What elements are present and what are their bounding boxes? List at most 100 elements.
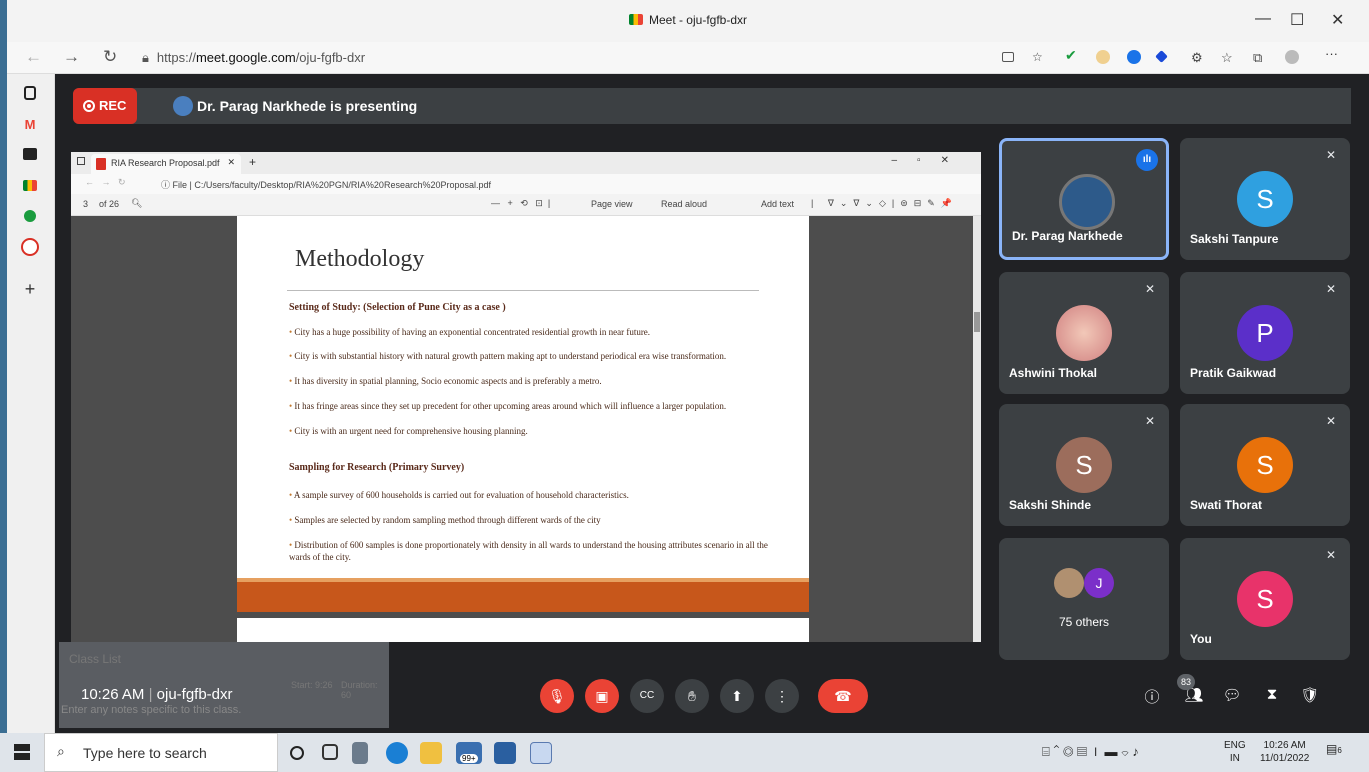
zoom-controls: — + ⟲ ⊡ |	[491, 198, 551, 208]
maximize-button[interactable]: ☐	[1290, 10, 1304, 30]
search-icon: ⌕	[57, 743, 65, 759]
more-options-button[interactable]: ⋮	[765, 679, 799, 713]
extension-icon-2[interactable]	[1127, 50, 1141, 64]
more-vert-icon: ⋮	[775, 688, 789, 704]
lock-icon: 🔒︎	[142, 50, 149, 65]
lang: ENG	[1224, 740, 1246, 751]
taskbar-search[interactable]: ⌕ Type here to search	[44, 733, 278, 772]
cortana-icon[interactable]	[290, 746, 304, 760]
search-placeholder: Type here to search	[83, 745, 207, 761]
extension-icon[interactable]	[1096, 50, 1110, 64]
tab-actions-icon[interactable]	[24, 86, 36, 100]
whatsapp-icon[interactable]	[24, 210, 36, 222]
participant-avatar: S	[1237, 171, 1293, 227]
cast-icon[interactable]	[1002, 52, 1014, 62]
add-icon[interactable]: +	[21, 280, 39, 298]
people-icon[interactable]: 👥︎ 83	[1177, 674, 1205, 708]
forward-arrow-icon[interactable]: →	[63, 47, 80, 67]
shared-tab-title: RIA Research Proposal.pdf	[111, 158, 220, 168]
extension-icon-3[interactable]	[1155, 50, 1168, 63]
presenting-banner: Dr. Parag Narkhede is presenting	[151, 88, 1351, 124]
meeting-details-icon[interactable]: ⓘ	[1141, 686, 1163, 708]
end-call-button[interactable]: ☎	[818, 679, 868, 713]
presentation-bar: Dr. Parag Narkhede is presenting REC	[73, 88, 1351, 124]
participant-tile[interactable]: S ✕ Sakshi Shinde	[999, 404, 1169, 526]
participant-name: Swati Thorat	[1190, 498, 1263, 512]
profile-avatar[interactable]	[1285, 50, 1299, 64]
minimize-button[interactable]: —	[1255, 10, 1271, 28]
mic-off-icon: ✕	[1325, 548, 1337, 562]
file-explorer-icon[interactable]	[420, 742, 442, 764]
record-icon[interactable]	[21, 238, 39, 256]
hand-icon: ✋︎	[688, 688, 696, 704]
edge-icon[interactable]	[386, 742, 408, 764]
tray-icons[interactable]: ⌸ ⌃ ◎ ▤ ⏽ ▬ ⌔ ♪	[1042, 745, 1139, 758]
url-field[interactable]: 🔒︎ https://meet.google.com/oju-fgfb-dxr	[142, 46, 992, 70]
close-button[interactable]: ✕	[1331, 10, 1344, 30]
meeting-code: oju-fgfb-dxr	[156, 686, 233, 703]
participant-name: Dr. Parag Narkhede	[1012, 229, 1123, 243]
self-tile[interactable]: S ✕ You	[1180, 538, 1350, 660]
notification-icon[interactable]: ▤6	[1326, 743, 1342, 757]
taskbar-time: 10:26 AM	[1263, 740, 1306, 751]
pdf-icon	[96, 158, 106, 170]
refresh-icon[interactable]: ↻	[103, 47, 117, 67]
bullet-item: A sample survey of 600 households is car…	[289, 489, 809, 501]
pdf-scroll-thumb[interactable]	[974, 312, 980, 332]
task-view-icon[interactable]	[322, 744, 338, 760]
chat-icon[interactable]: 💬︎	[1221, 686, 1243, 708]
mic-off-icon: ✕	[1325, 282, 1337, 296]
check-extension-icon[interactable]: ✔	[1065, 47, 1079, 63]
meet-icon[interactable]	[23, 180, 37, 191]
puzzle-icon[interactable]: ⚙	[1191, 50, 1205, 65]
language-indicator[interactable]: ENG IN	[1224, 739, 1246, 765]
presenter-avatar	[173, 96, 193, 116]
participant-tile[interactable]: S ✕ Sakshi Tanpure	[1180, 138, 1350, 260]
mail-badge: 99+	[460, 754, 478, 763]
participant-tile[interactable]: P ✕ Pratik Gaikwad	[1180, 272, 1350, 394]
participant-name: Sakshi Tanpure	[1190, 232, 1279, 246]
mic-off-icon: ✕	[1144, 282, 1156, 296]
heading-rule	[287, 290, 759, 291]
participant-tile[interactable]: S ✕ Swati Thorat	[1180, 404, 1350, 526]
host-controls-icon[interactable]: 🛡︎	[1299, 686, 1321, 708]
participant-avatar: P	[1237, 305, 1293, 361]
calculator-icon[interactable]	[352, 742, 368, 764]
others-tile[interactable]: J 75 others	[999, 538, 1169, 660]
store-icon[interactable]	[494, 742, 516, 764]
news-icon[interactable]	[23, 148, 37, 160]
shared-tab-strip: RIA Research Proposal.pdf ✕ + –▫✕	[71, 152, 981, 174]
favorites-bar-icon[interactable]: ☆	[1221, 50, 1235, 65]
clock: 10:26 AM	[81, 686, 145, 703]
participant-avatar: S	[1056, 437, 1112, 493]
activities-icon[interactable]: ⧗	[1261, 686, 1283, 708]
participant-tile[interactable]: ✕ Ashwini Thokal	[999, 272, 1169, 394]
participant-tile[interactable]: ılı Dr. Parag Narkhede	[999, 138, 1169, 260]
pdf-page-total: of 26	[99, 199, 120, 209]
collections-icon[interactable]: ⧉	[1253, 50, 1267, 65]
recording-badge[interactable]: REC	[73, 88, 137, 124]
url-prefix: https://	[156, 50, 196, 65]
participant-name: Ashwini Thokal	[1009, 366, 1098, 380]
clock-date[interactable]: 10:26 AM 11/01/2022	[1260, 739, 1309, 765]
raise-hand-button[interactable]: ✋︎	[675, 679, 709, 713]
word-icon[interactable]	[530, 742, 552, 764]
mic-toggle-button[interactable]: 🎙︎	[540, 679, 574, 713]
windows-start-icon[interactable]	[14, 744, 30, 760]
pdf-scrollbar[interactable]	[973, 216, 981, 642]
taskbar-date: 11/01/2022	[1260, 753, 1310, 764]
bullet-item: It has diversity in spatial planning, So…	[289, 375, 809, 387]
captions-button[interactable]: CC	[630, 679, 664, 713]
gmail-icon[interactable]: M	[21, 116, 39, 134]
mail-icon[interactable]: 99+	[456, 742, 482, 764]
address-bar: ← → ↻ 🔒︎ https://meet.google.com/oju-fgfb…	[7, 42, 1369, 74]
present-button[interactable]: ⬆	[720, 679, 754, 713]
favorite-icon[interactable]: ☆	[1032, 50, 1046, 64]
meet-logo-icon	[628, 14, 643, 25]
back-arrow-icon[interactable]: ←	[25, 47, 42, 67]
camera-toggle-button[interactable]: ▣	[585, 679, 619, 713]
tab-close-icon: ✕	[227, 157, 235, 167]
record-dot-icon	[83, 100, 95, 112]
participant-avatar	[1056, 305, 1112, 361]
more-menu-icon[interactable]: ···	[1325, 46, 1339, 61]
